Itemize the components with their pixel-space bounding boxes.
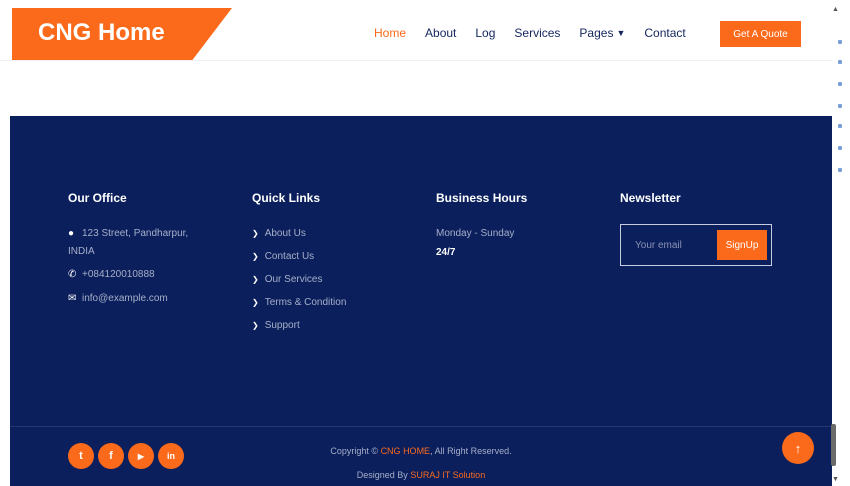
browser-edge-strip [832,0,850,486]
business-hours-title: Business Hours [436,191,528,205]
chevron-down-icon: ▼ [616,28,626,38]
newsletter-email-input[interactable] [627,231,721,259]
office-phone-number: +084120010888 [82,269,155,280]
office-email-address: info@example.com [82,293,168,304]
envelope-icon: ✉ [68,293,77,304]
chevron-right-icon: ❯ [252,252,259,261]
quick-link-terms[interactable]: ❯ Terms & Condition [252,297,346,308]
quick-link-label: Terms & Condition [264,297,347,308]
designer-link[interactable]: SURAJ IT Solution [410,470,485,480]
newsletter-signup-button[interactable]: SignUp [717,230,767,260]
page-scrollbar-thumb[interactable] [831,424,836,466]
nav-pages-label: Pages [579,26,614,40]
nav-home[interactable]: Home [374,26,406,40]
newsletter-title: Newsletter [620,191,681,205]
copyright-suffix: , All Right Reserved. [430,446,512,456]
office-address-line1: 123 Street, Pandharpur, [82,228,189,239]
nav-contact[interactable]: Contact [644,26,685,40]
business-hours-days: Monday - Sunday [436,228,515,239]
main-nav: Home About Log Services Pages ▼ Contact [374,26,686,40]
quick-link-label: Contact Us [264,251,315,262]
footer: Our Office ● 123 Street, Pandharpur, IND… [10,116,832,486]
chevron-right-icon: ❯ [252,275,259,284]
chevron-right-icon: ❯ [252,298,259,307]
edge-marker [838,40,842,44]
arrow-up-icon: ↑ [794,440,802,456]
map-marker-icon: ● [68,228,75,239]
office-title: Our Office [68,191,127,205]
phone-icon: ✆ [68,269,77,280]
quick-links-title: Quick Links [252,191,321,205]
office-address-line2: INDIA [68,246,95,257]
back-to-top-button[interactable]: ↑ [782,432,814,464]
quick-link-support[interactable]: ❯ Support [252,320,300,331]
quick-link-label: Support [264,320,300,331]
quick-link-label: About Us [264,228,306,239]
copyright-text: Copyright © CNG HOME, All Right Reserved… [10,446,832,456]
nav-log[interactable]: Log [475,26,495,40]
get-a-quote-button[interactable]: Get A Quote [720,21,801,47]
office-phone: ✆ +084120010888 [68,269,155,280]
quick-link-our-services[interactable]: ❯ Our Services [252,274,323,285]
brand-name: CNG Home [38,19,165,46]
newsletter-form: SignUp [620,224,772,266]
nav-services[interactable]: Services [514,26,560,40]
office-email: ✉ info@example.com [68,293,168,304]
edge-marker [838,168,842,172]
chevron-right-icon: ❯ [252,321,259,330]
edge-marker [838,104,842,108]
quick-link-about-us[interactable]: ❯ About Us [252,228,306,239]
scroll-up-arrow-icon[interactable]: ▲ [832,6,839,13]
copyright-brand-link[interactable]: CNG HOME [381,446,431,456]
chevron-right-icon: ❯ [252,229,259,238]
edge-marker [838,60,842,64]
copyright-prefix: Copyright © [330,446,379,456]
quick-link-label: Our Services [264,274,323,285]
nav-about[interactable]: About [425,26,456,40]
footer-divider [10,426,832,427]
office-address-row2: INDIA [68,246,95,257]
designed-by-prefix: Designed By [356,470,408,480]
scroll-down-arrow-icon[interactable]: ▼ [832,476,839,483]
nav-pages-dropdown[interactable]: Pages ▼ [579,26,625,40]
office-address: ● 123 Street, Pandharpur, [68,228,218,239]
edge-marker [838,124,842,128]
edge-marker [838,82,842,86]
quick-link-contact-us[interactable]: ❯ Contact Us [252,251,314,262]
edge-marker [838,146,842,150]
brand-logo[interactable]: CNG Home [12,8,232,60]
designed-by-text: Designed By SURAJ IT Solution [10,470,832,480]
business-hours-value: 24/7 [436,247,456,258]
header-divider [0,60,832,61]
